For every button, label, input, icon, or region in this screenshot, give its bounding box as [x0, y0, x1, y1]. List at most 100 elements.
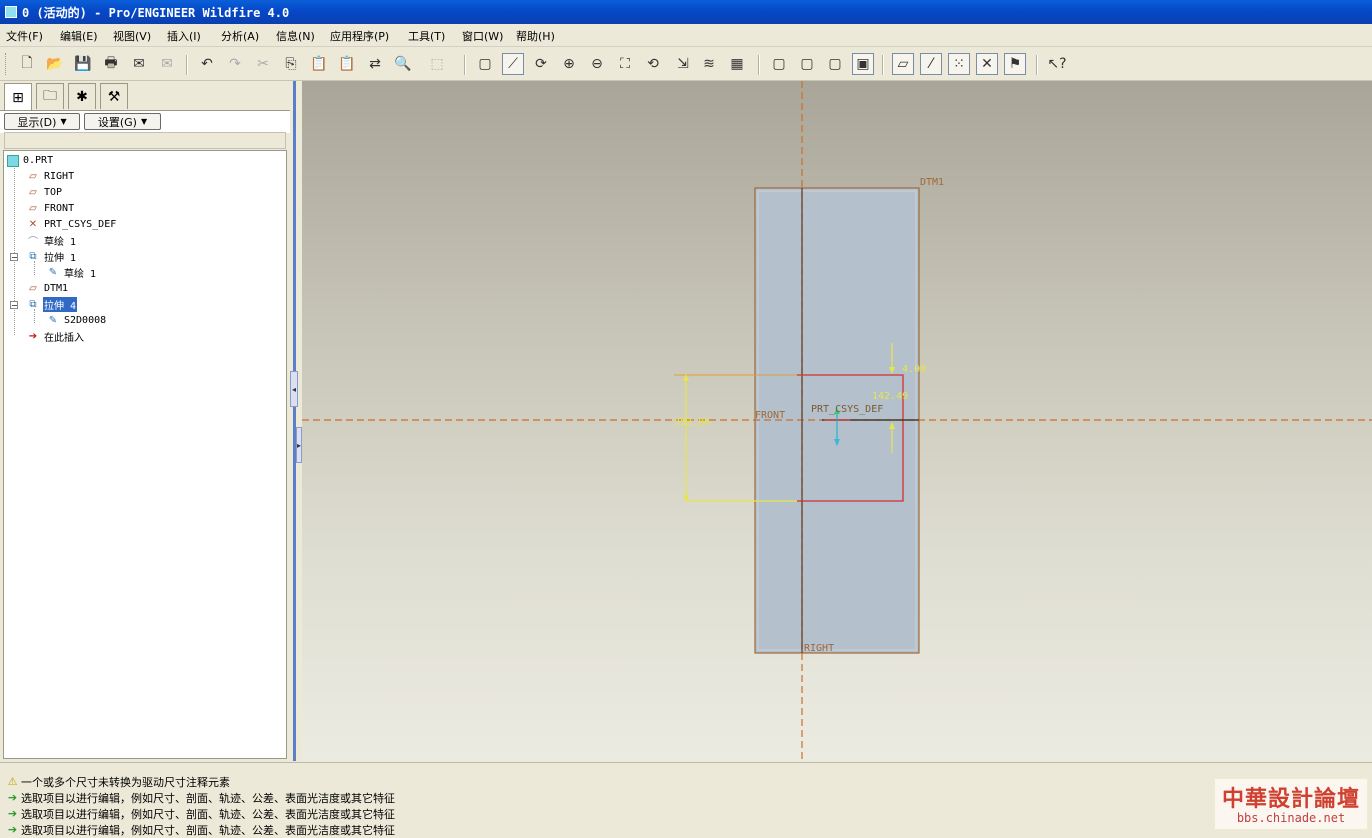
orient-mode-icon[interactable]: ⟳	[530, 53, 552, 75]
tree-item-dtm1[interactable]: ▱ DTM1	[26, 281, 69, 296]
menu-applications[interactable]: 应用程序(P)	[330, 28, 389, 44]
tree-item-label: S2D0008	[64, 315, 107, 326]
tree-item-insert-here[interactable]: ➔ 在此插入	[26, 329, 85, 344]
menu-analysis[interactable]: 分析(A)	[221, 28, 259, 44]
tree-item-label: 草绘 1	[44, 237, 77, 248]
hidden-line-icon[interactable]: ▢	[796, 53, 818, 75]
selection-filter-icon[interactable]: ⬚	[420, 53, 454, 75]
csys-label[interactable]: PRT_CSYS_DEF	[811, 404, 883, 415]
small-dimension[interactable]: 4.00	[902, 364, 926, 375]
saved-views-icon[interactable]: ⇲	[670, 53, 696, 75]
cut-icon[interactable]: ✂	[252, 53, 274, 75]
settings-dropdown[interactable]: 设置(G) ▼	[84, 113, 161, 130]
chevron-down-icon: ▼	[140, 117, 148, 126]
redo-icon[interactable]: ↷	[224, 53, 246, 75]
panel-splitter[interactable]: ◂ ▸	[290, 81, 302, 761]
toolbar-separator	[464, 55, 466, 75]
reorient-icon[interactable]: ⟲	[642, 53, 664, 75]
message-line: ⚠ 一个或多个尺寸未转换为驱动尺寸注释元素	[6, 774, 230, 789]
new-file-icon[interactable]: 🗋	[16, 53, 38, 75]
message-text: 一个或多个尺寸未转换为驱动尺寸注释元素	[21, 775, 230, 789]
toolbar-separator	[758, 55, 760, 75]
annotations-toggle-icon[interactable]: ⚑	[1004, 53, 1026, 75]
refit-icon[interactable]: ⛶	[614, 53, 636, 75]
shading-icon[interactable]: ▣	[852, 53, 874, 75]
message-text: 选取项目以进行编辑，例如尺寸、剖面、轨迹、公差、表面光洁度或其它特征	[21, 807, 395, 821]
context-help-icon[interactable]: ↖?	[1046, 53, 1068, 75]
copy-icon[interactable]: ⎘	[280, 53, 302, 75]
dtm1-label[interactable]: DTM1	[920, 177, 944, 188]
tree-item-label: 草绘 1	[64, 269, 97, 280]
folder-browser-tab-icon[interactable]: 🗀	[36, 83, 64, 109]
save-icon[interactable]: 💾	[72, 53, 94, 75]
collapse-icon[interactable]: −	[10, 301, 18, 310]
height-dimension[interactable]: 353.86	[674, 417, 710, 428]
tree-item-extrude-1[interactable]: ⧉ 拉伸 1	[26, 249, 77, 264]
favorites-tab-icon[interactable]: ✱	[68, 83, 96, 109]
paste-special-icon[interactable]: 📋	[336, 53, 358, 75]
undo-icon[interactable]: ↶	[196, 53, 218, 75]
tree-item-front[interactable]: ▱ FRONT	[26, 201, 75, 216]
csys-toggle-icon[interactable]: ✕	[976, 53, 998, 75]
tree-item-s2d0008[interactable]: ✎ S2D0008	[46, 313, 107, 328]
menu-tools[interactable]: 工具(T)	[408, 28, 445, 44]
menu-insert[interactable]: 插入(I)	[167, 28, 201, 44]
zoom-out-icon[interactable]: ⊖	[586, 53, 608, 75]
front-label[interactable]: FRONT	[755, 410, 785, 421]
tree-item-sketch-child[interactable]: ✎ 草绘 1	[46, 265, 97, 280]
tree-item-csys[interactable]: ✕ PRT_CSYS_DEF	[26, 217, 117, 232]
tree-item-sketch-1[interactable]: ⌒ 草绘 1	[26, 233, 77, 248]
tree-item-label: RIGHT	[44, 171, 75, 182]
watermark-title: 中華設計論壇	[1221, 786, 1360, 812]
prompt-arrow-icon: ➔	[7, 807, 18, 820]
menu-info[interactable]: 信息(N)	[276, 28, 315, 44]
datum-points-toggle-icon[interactable]: ⁙	[948, 53, 970, 75]
spin-center-icon[interactable]: ⟋	[502, 53, 524, 75]
window-title: 0 (活动的) - Pro/ENGINEER Wildfire 4.0	[22, 6, 290, 20]
show-dropdown[interactable]: 显示(D) ▼	[4, 113, 80, 130]
datum-axes-toggle-icon[interactable]: ⁄	[920, 53, 942, 75]
message-line: ➔ 选取项目以进行编辑，例如尺寸、剖面、轨迹、公差、表面光洁度或其它特征	[6, 806, 395, 821]
menu-view[interactable]: 视图(V)	[113, 28, 151, 44]
send-link-icon[interactable]: ✉	[156, 53, 178, 75]
app-icon	[5, 6, 17, 18]
regenerate-icon[interactable]: ⇄	[364, 53, 386, 75]
tree-item-part[interactable]: 0.PRT	[7, 153, 54, 168]
menu-file[interactable]: 文件(F)	[6, 28, 43, 44]
title-bar: 0 (活动的) - Pro/ENGINEER Wildfire 4.0	[0, 0, 1372, 24]
repaint-icon[interactable]: ▢	[474, 53, 496, 75]
collapse-left-icon[interactable]: ◂	[290, 371, 298, 407]
view-manager-icon[interactable]: ▦	[726, 53, 748, 75]
connections-tab-icon[interactable]: ⚒	[100, 83, 128, 109]
tree-item-right[interactable]: ▱ RIGHT	[26, 169, 75, 184]
layers-icon[interactable]: ≋	[698, 53, 720, 75]
print-icon[interactable]: 🖶	[100, 53, 122, 75]
menu-window[interactable]: 窗口(W)	[462, 28, 503, 44]
find-icon[interactable]: 🔍	[392, 53, 414, 75]
collapse-icon[interactable]: −	[10, 253, 18, 262]
menu-edit[interactable]: 编辑(E)	[60, 28, 98, 44]
model-tree-tab-icon[interactable]: ⊞	[4, 83, 32, 111]
paste-icon[interactable]: 📋	[308, 53, 330, 75]
graphics-window[interactable]: DTM1 FRONT RIGHT PRT_CSYS_DEF 353.86 142…	[302, 81, 1372, 761]
wireframe-icon[interactable]: ▢	[768, 53, 790, 75]
zoom-in-icon[interactable]: ⊕	[558, 53, 580, 75]
sketch-icon: ✎	[48, 315, 58, 326]
datum-planes-toggle-icon[interactable]: ▱	[892, 53, 914, 75]
tree-item-label: 在此插入	[44, 333, 84, 344]
message-text: 选取项目以进行编辑，例如尺寸、剖面、轨迹、公差、表面光洁度或其它特征	[21, 823, 395, 837]
open-folder-icon[interactable]: 📂	[44, 53, 66, 75]
width-dimension[interactable]: 142.49	[872, 391, 908, 402]
toolbar-grip[interactable]	[5, 53, 9, 75]
model-tree: 0.PRT ▱ RIGHT ▱ TOP ▱ FRONT ✕ PRT_CSYS_D…	[3, 150, 287, 759]
show-dropdown-label: 显示(D)	[17, 115, 57, 129]
right-label[interactable]: RIGHT	[804, 643, 834, 654]
tree-item-extrude-4[interactable]: ⧉ 拉伸 4	[26, 297, 78, 312]
tree-column-header[interactable]	[4, 132, 286, 149]
send-mail-icon[interactable]: ✉	[128, 53, 150, 75]
tree-item-top[interactable]: ▱ TOP	[26, 185, 63, 200]
menu-help[interactable]: 帮助(H)	[516, 28, 555, 44]
datum-plane-icon: ▱	[29, 171, 37, 182]
no-hidden-icon[interactable]: ▢	[824, 53, 846, 75]
tree-item-label: 拉伸 4	[43, 297, 78, 312]
